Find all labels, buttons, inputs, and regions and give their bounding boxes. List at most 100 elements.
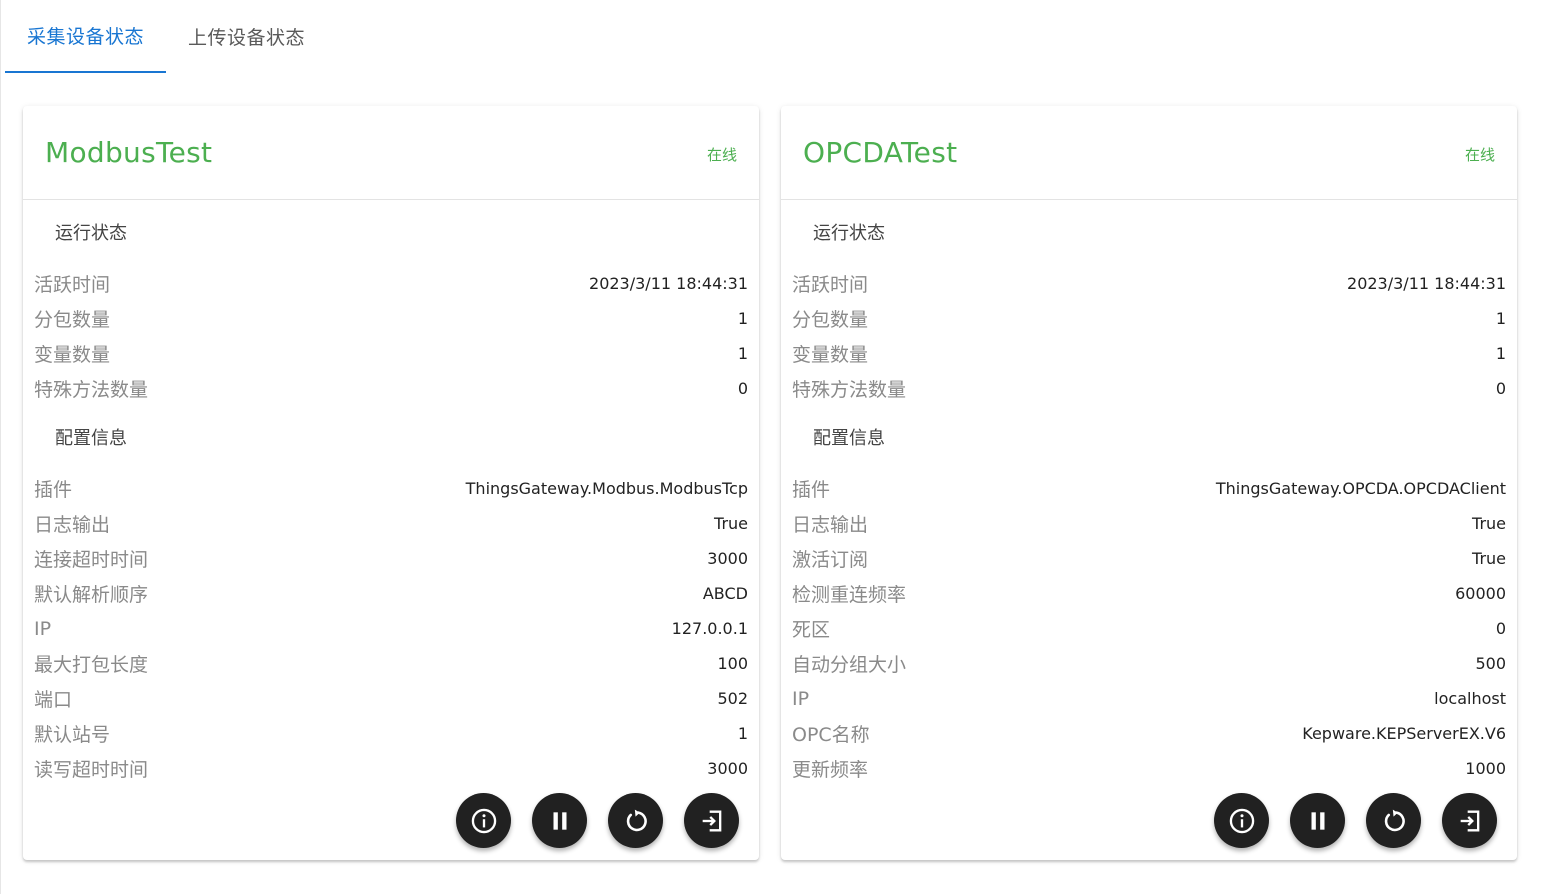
row-key: 自动分组大小 <box>792 654 907 676</box>
row-value: 1000 <box>1465 759 1506 778</box>
row-key: 默认站号 <box>34 724 111 746</box>
device-name: OPCDATest <box>803 136 958 169</box>
config-row: 更新频率 1000 <box>792 751 1506 786</box>
row-key: OPC名称 <box>792 724 870 746</box>
row-value: 500 <box>1475 654 1506 673</box>
row-key: 端口 <box>34 689 73 711</box>
row-value: ABCD <box>702 584 748 603</box>
config-row: 日志输出 True <box>792 506 1506 541</box>
row-key: 特殊方法数量 <box>792 379 907 401</box>
row-value: 502 <box>717 689 748 708</box>
config-row: 默认站号 1 <box>34 716 748 751</box>
row-key: IP <box>34 617 52 640</box>
row-key: 读写超时时间 <box>34 759 149 781</box>
pause-button[interactable] <box>532 793 587 848</box>
row-value: 127.0.0.1 <box>671 619 748 638</box>
row-value: 3000 <box>707 549 748 568</box>
section-title-runtime: 运行状态 <box>55 223 127 244</box>
exit-button[interactable] <box>684 793 739 848</box>
runtime-row: 分包数量 1 <box>34 301 748 336</box>
section-title-config: 配置信息 <box>55 428 127 449</box>
row-value: 2023/3/11 18:44:31 <box>589 274 748 293</box>
restart-icon <box>1384 809 1405 831</box>
row-value: ThingsGateway.Modbus.ModbusTcp <box>465 479 748 498</box>
row-value: True <box>1472 549 1506 568</box>
row-key: 激活订阅 <box>792 549 869 571</box>
row-key: 日志输出 <box>792 514 869 536</box>
restart-button[interactable] <box>608 793 663 848</box>
exit-icon <box>1460 810 1479 831</box>
tab-bar: 采集设备状态 上传设备状态 <box>5 0 327 73</box>
info-icon <box>471 808 496 833</box>
row-value: True <box>1472 514 1506 533</box>
config-row: 读写超时时间 3000 <box>34 751 748 786</box>
config-row: 默认解析顺序 ABCD <box>34 576 748 611</box>
status-badge: 在线 <box>706 146 737 164</box>
config-row: 死区 0 <box>792 611 1506 646</box>
card-actions <box>1214 793 1497 848</box>
row-key: 特殊方法数量 <box>34 379 149 401</box>
row-value: 1 <box>737 724 748 743</box>
config-row: 自动分组大小 500 <box>792 646 1506 681</box>
row-value: 100 <box>717 654 748 673</box>
row-key: 更新频率 <box>792 759 869 781</box>
restart-icon <box>626 809 647 831</box>
card-header: ModbusTest 在线 <box>23 106 759 200</box>
row-value: 2023/3/11 18:44:31 <box>1347 274 1506 293</box>
row-key: 检测重连频率 <box>792 584 907 606</box>
row-key: 变量数量 <box>792 344 869 366</box>
card-actions <box>456 793 739 848</box>
info-icon <box>1229 808 1254 833</box>
runtime-row: 活跃时间 2023/3/11 18:44:31 <box>792 266 1506 301</box>
exit-button[interactable] <box>1442 793 1497 848</box>
row-key: 活跃时间 <box>34 274 111 296</box>
config-row: 插件 ThingsGateway.OPCDA.OPCDAClient <box>792 471 1506 506</box>
pause-icon <box>1311 811 1324 830</box>
row-value: 1 <box>1495 344 1506 363</box>
exit-icon <box>702 810 721 831</box>
restart-button[interactable] <box>1366 793 1421 848</box>
row-value: localhost <box>1434 689 1506 708</box>
status-badge: 在线 <box>1464 146 1495 164</box>
section-title-runtime: 运行状态 <box>813 223 885 244</box>
row-key: 日志输出 <box>34 514 111 536</box>
row-value: ThingsGateway.OPCDA.OPCDAClient <box>1215 479 1506 498</box>
row-value: True <box>714 514 748 533</box>
row-key: 默认解析顺序 <box>34 584 149 606</box>
row-key: 分包数量 <box>34 309 111 331</box>
config-row: 端口 502 <box>34 681 748 716</box>
device-card-modbustest: ModbusTest 在线 运行状态 活跃时间 2023/3/11 18:44:… <box>23 106 759 860</box>
info-button[interactable] <box>456 793 511 848</box>
row-key: 变量数量 <box>34 344 111 366</box>
runtime-row: 活跃时间 2023/3/11 18:44:31 <box>34 266 748 301</box>
tab-collect-device-status[interactable]: 采集设备状态 <box>5 0 167 73</box>
row-value: 3000 <box>707 759 748 778</box>
page: 采集设备状态 上传设备状态 ModbusTest 在线 运行状态 活跃时间 20… <box>0 0 1542 894</box>
pause-button[interactable] <box>1290 793 1345 848</box>
config-row: 最大打包长度 100 <box>34 646 748 681</box>
config-row: IP 127.0.0.1 <box>34 611 748 646</box>
row-value: 60000 <box>1455 584 1506 603</box>
row-value: 0 <box>737 379 748 398</box>
config-row: 插件 ThingsGateway.Modbus.ModbusTcp <box>34 471 748 506</box>
row-value: 1 <box>737 344 748 363</box>
runtime-row: 变量数量 1 <box>792 336 1506 371</box>
row-value: 1 <box>737 309 748 328</box>
config-row: OPC名称 Kepware.KEPServerEX.V6 <box>792 716 1506 751</box>
row-key: 插件 <box>34 479 73 501</box>
row-value: 0 <box>1495 379 1506 398</box>
tab-upload-device-status[interactable]: 上传设备状态 <box>166 0 327 73</box>
section-title-config: 配置信息 <box>813 428 885 449</box>
config-row: IP localhost <box>792 681 1506 716</box>
runtime-row: 特殊方法数量 0 <box>792 371 1506 406</box>
row-value: Kepware.KEPServerEX.V6 <box>1302 724 1506 743</box>
config-row: 连接超时时间 3000 <box>34 541 748 576</box>
row-key: IP <box>792 687 810 710</box>
row-key: 死区 <box>792 619 831 641</box>
runtime-row: 分包数量 1 <box>792 301 1506 336</box>
info-button[interactable] <box>1214 793 1269 848</box>
config-row: 激活订阅 True <box>792 541 1506 576</box>
config-row: 检测重连频率 60000 <box>792 576 1506 611</box>
runtime-row: 特殊方法数量 0 <box>34 371 748 406</box>
device-name: ModbusTest <box>45 136 213 169</box>
